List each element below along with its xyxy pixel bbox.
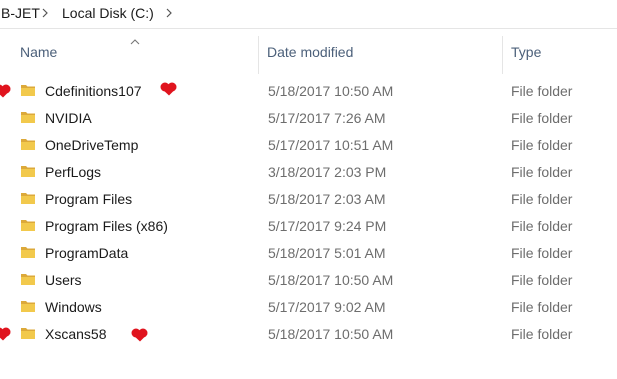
date-modified: 5/17/2017 9:24 PM bbox=[268, 218, 387, 234]
date-modified: 5/18/2017 2:03 AM bbox=[268, 191, 386, 207]
file-name[interactable]: Xscans58 bbox=[45, 326, 106, 342]
table-row[interactable]: Windows 5/17/2017 9:02 AM File folder bbox=[0, 294, 617, 321]
date-modified: 5/17/2017 7:26 AM bbox=[268, 110, 386, 126]
column-header-date-modified[interactable]: Date modified bbox=[267, 44, 353, 60]
chevron-right-icon[interactable] bbox=[40, 5, 50, 21]
date-modified: 5/18/2017 10:50 AM bbox=[268, 272, 394, 288]
folder-icon bbox=[20, 326, 36, 340]
folder-icon bbox=[20, 191, 36, 205]
table-row[interactable]: ProgramData 5/18/2017 5:01 AM File folder bbox=[0, 240, 617, 267]
table-row[interactable]: Cdefinitions107 5/18/2017 10:50 AM File fo… bbox=[0, 78, 617, 105]
date-modified: 5/18/2017 10:50 AM bbox=[268, 326, 394, 342]
column-divider[interactable] bbox=[502, 36, 503, 74]
table-row[interactable]: Program Files 5/18/2017 2:03 AM File folde… bbox=[0, 186, 617, 213]
file-type: File folder bbox=[511, 137, 573, 153]
file-name[interactable]: Users bbox=[45, 272, 82, 288]
file-explorer-window: B-JET Local Disk (C:) Name Date modified… bbox=[0, 0, 617, 379]
table-row[interactable]: OneDriveTemp 5/17/2017 10:51 AM File folde… bbox=[0, 132, 617, 159]
file-type: File folder bbox=[511, 164, 573, 180]
file-type: File folder bbox=[511, 326, 573, 342]
column-header-name[interactable]: Name bbox=[20, 44, 57, 60]
date-modified: 3/18/2017 2:03 PM bbox=[268, 164, 387, 180]
column-header-type[interactable]: Type bbox=[511, 44, 541, 60]
breadcrumb: B-JET Local Disk (C:) bbox=[0, 0, 617, 29]
column-header-row: Name Date modified Type bbox=[0, 28, 617, 74]
file-type: File folder bbox=[511, 83, 573, 99]
column-divider[interactable] bbox=[258, 36, 259, 74]
date-modified: 5/18/2017 5:01 AM bbox=[268, 245, 386, 261]
file-type: File folder bbox=[511, 272, 573, 288]
table-row[interactable]: Users 5/18/2017 10:50 AM File folder bbox=[0, 267, 617, 294]
file-type: File folder bbox=[511, 218, 573, 234]
folder-icon bbox=[20, 272, 36, 286]
folder-icon bbox=[20, 245, 36, 259]
folder-icon bbox=[20, 299, 36, 313]
file-name[interactable]: NVIDIA bbox=[45, 110, 92, 126]
table-row[interactable]: PerfLogs 3/18/2017 2:03 PM File folder bbox=[0, 159, 617, 186]
red-heart-marker-icon bbox=[131, 328, 149, 342]
file-name[interactable]: Program Files (x86) bbox=[45, 218, 168, 234]
file-type: File folder bbox=[511, 110, 573, 126]
red-heart-marker-icon bbox=[0, 84, 12, 98]
file-name[interactable]: PerfLogs bbox=[45, 164, 101, 180]
file-name[interactable]: Cdefinitions107 bbox=[45, 83, 142, 99]
folder-icon bbox=[20, 164, 36, 178]
file-name[interactable]: Windows bbox=[45, 299, 102, 315]
file-name[interactable]: ProgramData bbox=[45, 245, 128, 261]
date-modified: 5/17/2017 9:02 AM bbox=[268, 299, 386, 315]
file-type: File folder bbox=[511, 245, 573, 261]
table-row[interactable]: Program Files (x86) 5/17/2017 9:24 PM File… bbox=[0, 213, 617, 240]
table-row[interactable]: Xscans58 5/18/2017 10:50 AM File folder bbox=[0, 321, 617, 348]
date-modified: 5/18/2017 10:50 AM bbox=[268, 83, 394, 99]
chevron-right-icon[interactable] bbox=[164, 5, 174, 21]
file-name[interactable]: Program Files bbox=[45, 191, 132, 207]
red-heart-marker-icon bbox=[160, 82, 178, 96]
file-type: File folder bbox=[511, 191, 573, 207]
sort-ascending-icon bbox=[129, 33, 141, 45]
file-type: File folder bbox=[511, 299, 573, 315]
breadcrumb-item-local-disk[interactable]: Local Disk (C:) bbox=[62, 5, 154, 21]
red-heart-marker-icon bbox=[0, 327, 12, 341]
folder-icon bbox=[20, 218, 36, 232]
date-modified: 5/17/2017 10:51 AM bbox=[268, 137, 394, 153]
folder-icon bbox=[20, 137, 36, 151]
file-list: Cdefinitions107 5/18/2017 10:50 AM File fo… bbox=[0, 78, 617, 348]
folder-icon bbox=[20, 110, 36, 124]
breadcrumb-item-b-jet[interactable]: B-JET bbox=[1, 5, 40, 21]
file-name[interactable]: OneDriveTemp bbox=[45, 137, 138, 153]
folder-icon bbox=[20, 83, 36, 97]
table-row[interactable]: NVIDIA 5/17/2017 7:26 AM File folder bbox=[0, 105, 617, 132]
